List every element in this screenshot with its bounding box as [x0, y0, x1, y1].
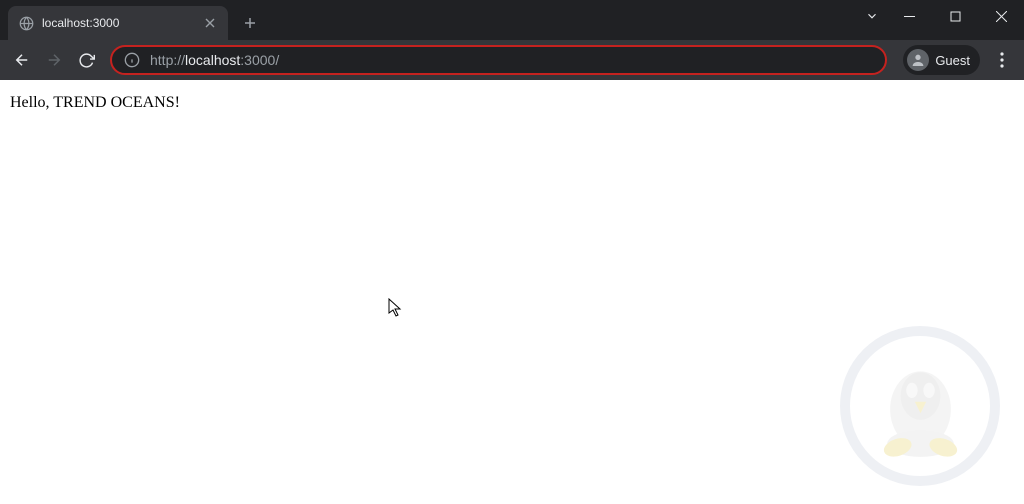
- browser-toolbar: http://localhost:3000/ Guest: [0, 40, 1024, 80]
- url-protocol: http://: [150, 52, 185, 68]
- window-titlebar: localhost:3000: [0, 0, 1024, 40]
- close-tab-icon[interactable]: [202, 15, 218, 31]
- url-host: localhost: [185, 52, 240, 68]
- forward-button[interactable]: [40, 46, 68, 74]
- globe-icon: [18, 15, 34, 31]
- profile-label: Guest: [935, 53, 970, 68]
- window-minimize-button[interactable]: [886, 0, 932, 32]
- new-tab-button[interactable]: [236, 9, 264, 37]
- avatar-icon: [907, 49, 929, 71]
- kebab-menu-icon[interactable]: [988, 46, 1016, 74]
- browser-tab[interactable]: localhost:3000: [8, 6, 228, 40]
- tab-title: localhost:3000: [42, 16, 194, 30]
- chevron-down-icon[interactable]: [862, 0, 882, 32]
- page-content: Hello, TREND OCEANS!: [0, 80, 1024, 504]
- address-bar[interactable]: http://localhost:3000/: [110, 45, 887, 75]
- url-rest: :3000/: [240, 52, 279, 68]
- back-button[interactable]: [8, 46, 36, 74]
- url-text: http://localhost:3000/: [150, 52, 873, 68]
- window-close-button[interactable]: [978, 0, 1024, 32]
- cursor-icon: [388, 298, 404, 323]
- profile-button[interactable]: Guest: [903, 45, 980, 75]
- watermark-logo: [840, 326, 1000, 486]
- page-text: Hello, TREND OCEANS!: [10, 94, 180, 111]
- window-maximize-button[interactable]: [932, 0, 978, 32]
- reload-button[interactable]: [72, 46, 100, 74]
- site-info-icon[interactable]: [124, 52, 140, 68]
